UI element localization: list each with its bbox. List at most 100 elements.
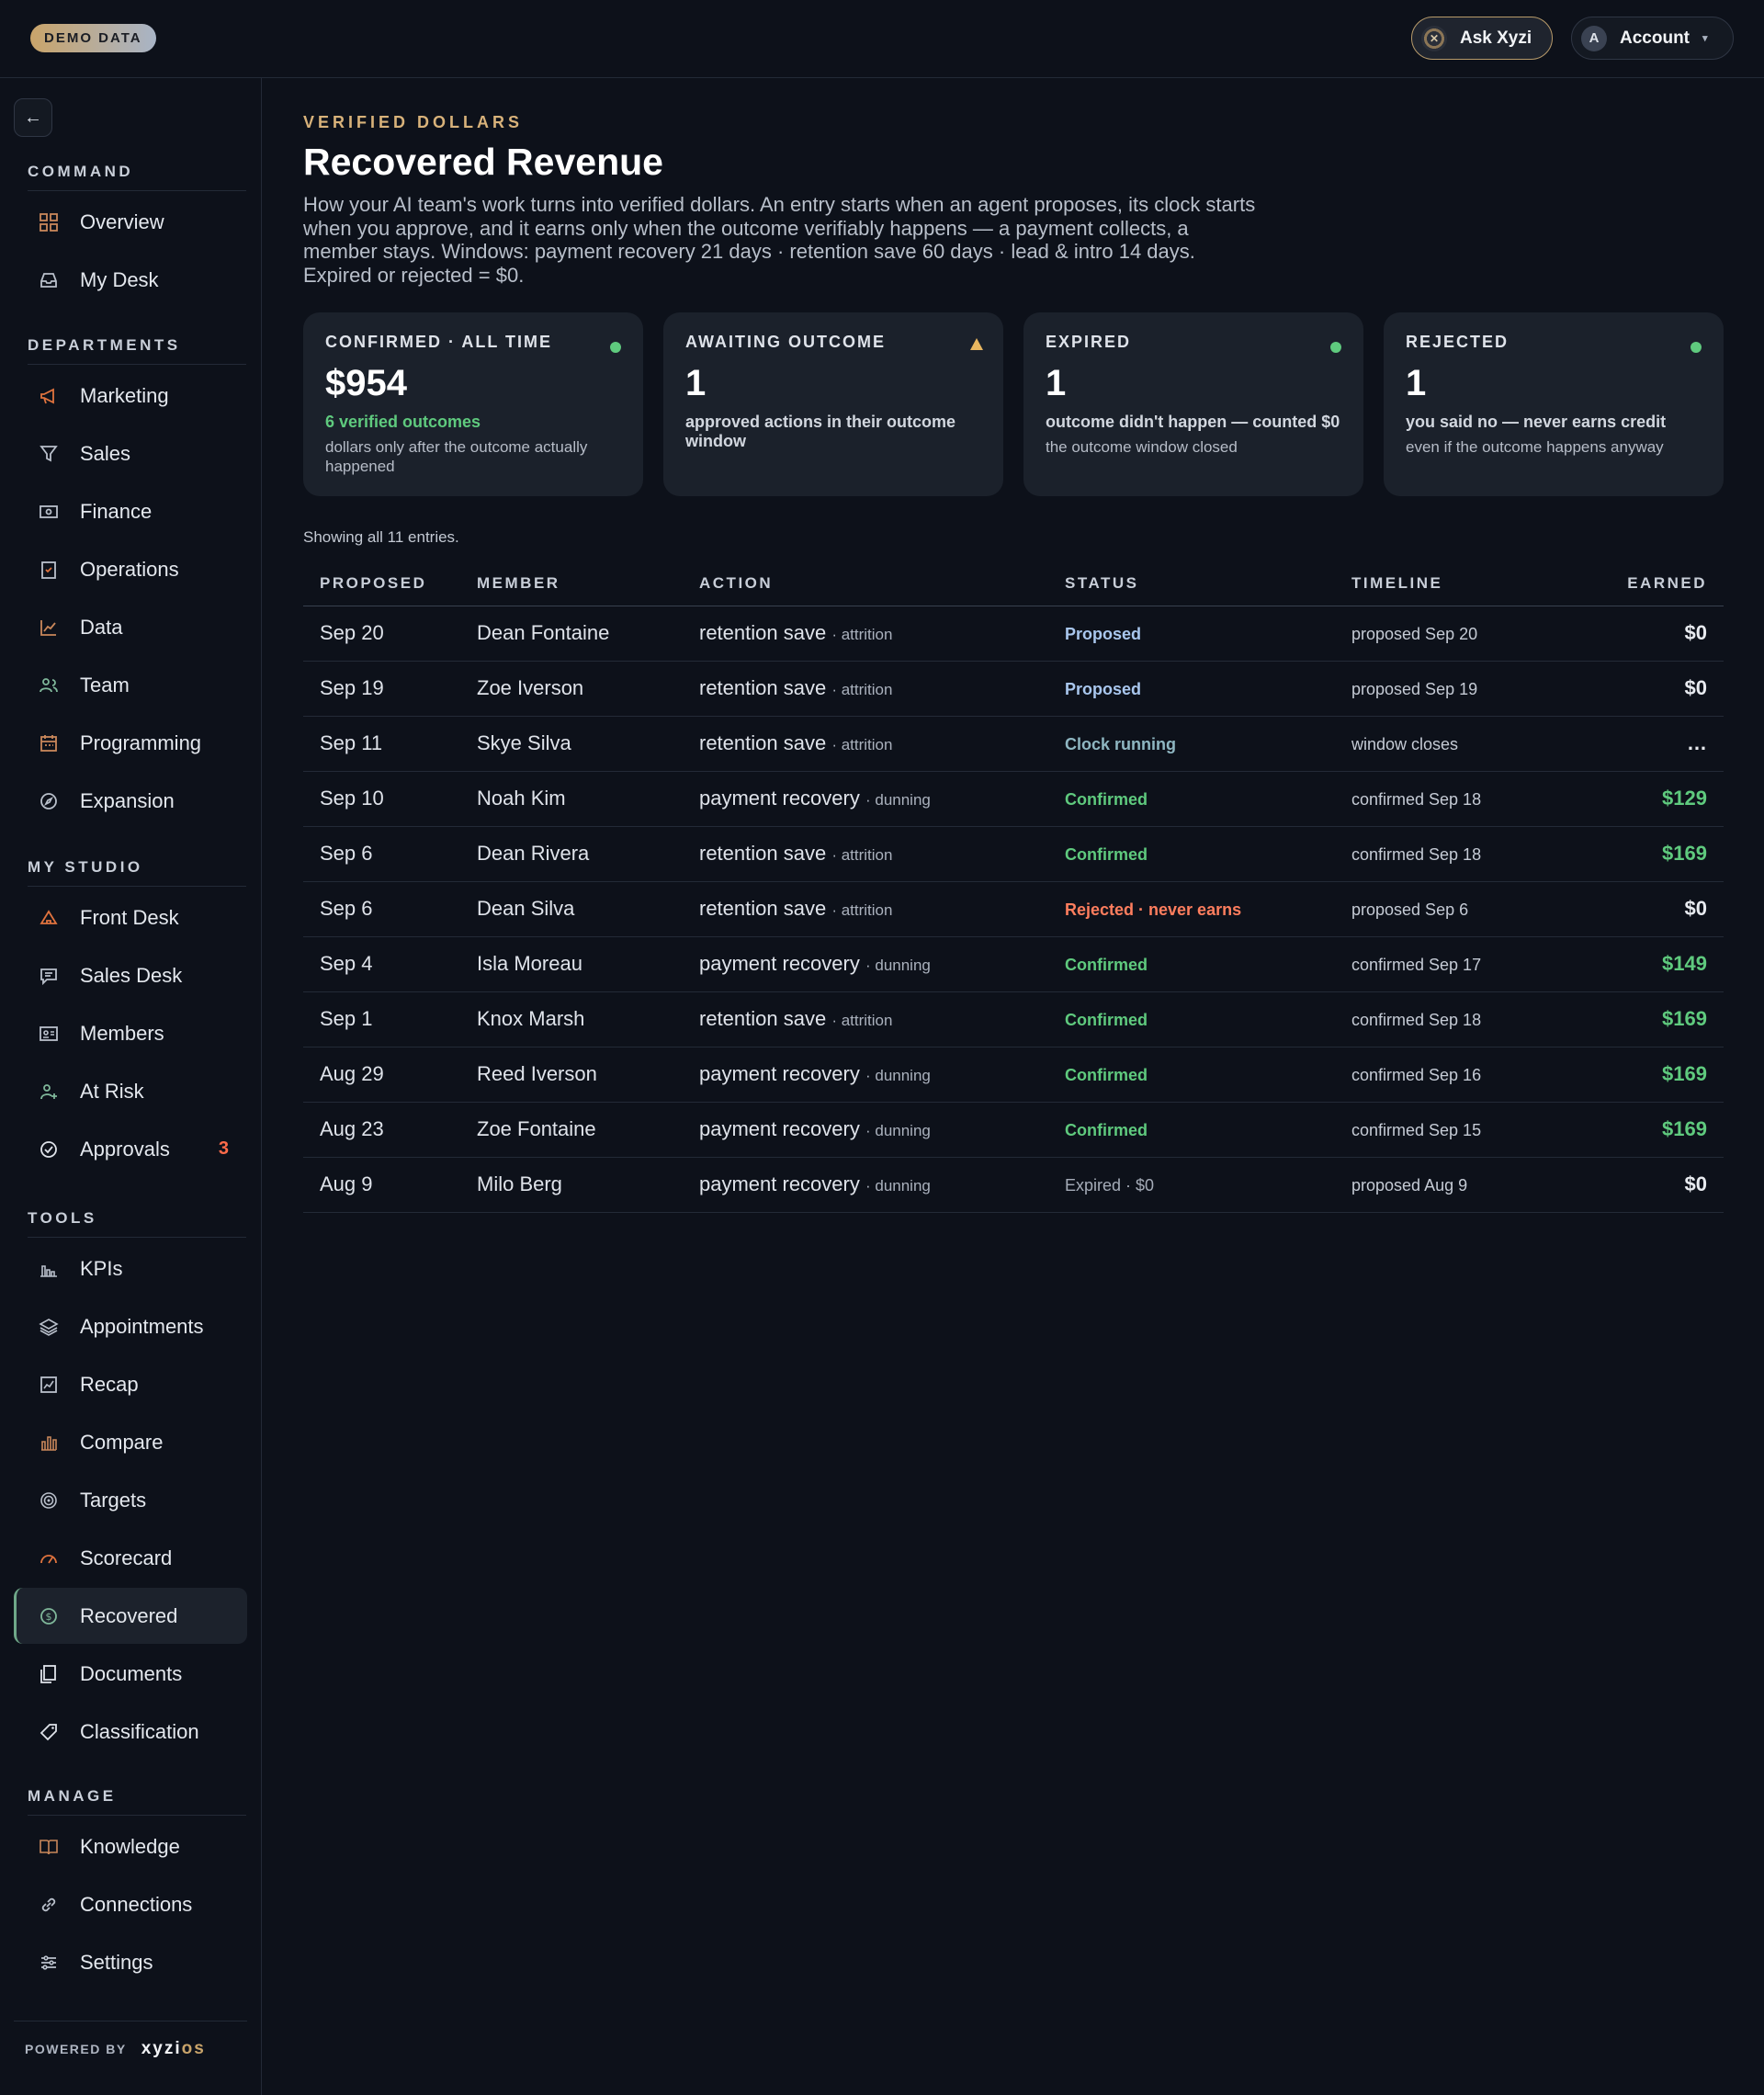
table-row[interactable]: Sep 11 Skye Silva retention save · attriti… <box>303 716 1724 772</box>
cell-action: payment recovery · dunning <box>699 771 1065 827</box>
cell-member[interactable]: Isla Moreau <box>477 936 699 992</box>
sidebar-item-label: At Risk <box>80 1079 144 1103</box>
cell-timeline: proposed Sep 19 <box>1351 661 1604 717</box>
cell-member[interactable]: Zoe Iverson <box>477 661 699 717</box>
section-heading-my-studio: MY STUDIO <box>28 858 246 887</box>
cell-proposed: Sep 6 <box>303 881 477 937</box>
sidebar-item-members[interactable]: Members <box>14 1005 247 1061</box>
cell-earned: $169 <box>1604 1047 1724 1103</box>
table-row[interactable]: Sep 19 Zoe Iverson retention save · attrit… <box>303 661 1724 717</box>
sidebar-item-recovered[interactable]: $ Recovered <box>14 1588 247 1644</box>
action-name: payment recovery <box>699 1172 860 1195</box>
action-kind: · attrition <box>831 846 893 864</box>
sidebar-item-knowledge[interactable]: Knowledge <box>14 1818 247 1874</box>
sidebar-item-expansion[interactable]: Expansion <box>14 773 247 829</box>
sidebar-item-at-risk[interactable]: At Risk <box>14 1063 247 1119</box>
ask-xyzi-label: Ask Xyzi <box>1460 28 1532 48</box>
sidebar-item-finance[interactable]: Finance <box>14 483 247 539</box>
earned-amount: $169 <box>1662 1117 1707 1140</box>
cell-status: Confirmed <box>1065 826 1351 882</box>
table-row[interactable]: Sep 4 Isla Moreau payment recovery · dunni… <box>303 936 1724 992</box>
col-proposed[interactable]: PROPOSED <box>303 562 477 606</box>
summary-card-expired: EXPIRED 1 outcome didn't happen — counted … <box>1023 312 1363 496</box>
cell-status: Confirmed <box>1065 1047 1351 1103</box>
col-timeline[interactable]: TIMELINE <box>1351 562 1604 606</box>
sidebar-item-marketing[interactable]: Marketing <box>14 368 247 424</box>
cell-member[interactable]: Knox Marsh <box>477 991 699 1048</box>
cell-member[interactable]: Dean Rivera <box>477 826 699 882</box>
cell-member[interactable]: Dean Silva <box>477 881 699 937</box>
sidebar-item-compare[interactable]: Compare <box>14 1414 247 1470</box>
cell-member[interactable]: Noah Kim <box>477 771 699 827</box>
sidebar-item-label: Targets <box>80 1488 147 1512</box>
cell-action: retention save · attrition <box>699 881 1065 937</box>
sidebar-item-appointments[interactable]: Appointments <box>14 1298 247 1354</box>
section-heading-command: COMMAND <box>28 163 246 191</box>
sidebar-item-targets[interactable]: Targets <box>14 1472 247 1528</box>
sidebar-item-team[interactable]: Team <box>14 657 247 713</box>
collapse-sidebar-button[interactable]: ← <box>14 98 52 137</box>
sidebar-item-front-desk[interactable]: Front Desk <box>14 889 247 946</box>
sidebar-item-scorecard[interactable]: Scorecard <box>14 1530 247 1586</box>
table-row[interactable]: Sep 6 Dean Rivera retention save · attriti… <box>303 826 1724 882</box>
bar-chart-icon <box>38 1258 60 1280</box>
action-kind: · attrition <box>831 626 893 643</box>
cell-status: Expired · $0 <box>1065 1157 1351 1213</box>
table-row[interactable]: Sep 1 Knox Marsh retention save · attritio… <box>303 991 1724 1048</box>
table-row[interactable]: Aug 9 Milo Berg payment recovery · dunning… <box>303 1157 1724 1213</box>
sidebar-item-programming[interactable]: Programming <box>14 715 247 771</box>
table-row[interactable]: Sep 20 Dean Fontaine retention save · attr… <box>303 606 1724 662</box>
card-value: $954 <box>325 363 407 403</box>
cell-earned: $0 <box>1604 606 1724 662</box>
table-row[interactable]: Sep 6 Dean Silva retention save · attritio… <box>303 881 1724 937</box>
action-kind: · dunning <box>865 1067 931 1084</box>
action-name: payment recovery <box>699 952 860 975</box>
action-name: payment recovery <box>699 1117 860 1140</box>
cell-earned: $169 <box>1604 826 1724 882</box>
table-header-row: PROPOSED MEMBER ACTION STATUS TIMELINE E… <box>303 562 1724 606</box>
ask-xyzi-button[interactable]: ✕ Ask Xyzi <box>1411 17 1553 60</box>
col-status[interactable]: STATUS <box>1065 562 1351 606</box>
action-name: retention save <box>699 897 827 920</box>
cell-earned: … <box>1604 716 1724 772</box>
col-member[interactable]: MEMBER <box>477 562 699 606</box>
sidebar-item-sales[interactable]: Sales <box>14 425 247 481</box>
cell-proposed: Sep 6 <box>303 826 477 882</box>
cell-member[interactable]: Milo Berg <box>477 1157 699 1213</box>
check-circle-icon <box>38 1138 60 1161</box>
timeline-text: confirmed Sep 16 <box>1351 1066 1482 1084</box>
table-row[interactable]: Sep 10 Noah Kim payment recovery · dunning… <box>303 771 1724 827</box>
powered-by-footer: POWERED BY xyzios <box>14 2021 247 2076</box>
col-action[interactable]: ACTION <box>699 562 1065 606</box>
sidebar-item-operations[interactable]: Operations <box>14 541 247 597</box>
sidebar-item-recap[interactable]: Recap <box>14 1356 247 1412</box>
sidebar-item-my-desk[interactable]: My Desk <box>14 252 247 308</box>
table-row[interactable]: Aug 29 Reed Iverson payment recovery · dun… <box>303 1047 1724 1103</box>
action-kind: · dunning <box>865 1122 931 1139</box>
account-menu-button[interactable]: A Account ▾ <box>1571 17 1734 60</box>
sidebar-item-settings[interactable]: Settings <box>14 1934 247 1990</box>
compass-icon <box>38 790 60 812</box>
sidebar-item-data[interactable]: Data <box>14 599 247 655</box>
sidebar-item-classification[interactable]: Classification <box>14 1704 247 1760</box>
sidebar-item-documents[interactable]: Documents <box>14 1646 247 1702</box>
megaphone-icon <box>38 385 60 407</box>
cell-member[interactable]: Skye Silva <box>477 716 699 772</box>
cell-action: payment recovery · dunning <box>699 1157 1065 1213</box>
cell-member[interactable]: Zoe Fontaine <box>477 1102 699 1158</box>
action-kind: · dunning <box>865 791 931 809</box>
entries-count: Showing all 11 entries. <box>303 528 459 546</box>
cell-proposed: Sep 19 <box>303 661 477 717</box>
gauge-icon <box>38 1547 60 1569</box>
card-note: even if the outcome happens anyway <box>1406 438 1664 456</box>
sidebar-item-connections[interactable]: Connections <box>14 1876 247 1932</box>
cell-timeline: proposed Sep 6 <box>1351 881 1604 937</box>
col-earned[interactable]: EARNED <box>1604 562 1724 606</box>
sidebar-item-kpis[interactable]: KPIs <box>14 1240 247 1297</box>
sidebar-item-sales-desk[interactable]: Sales Desk <box>14 947 247 1003</box>
cell-member[interactable]: Dean Fontaine <box>477 606 699 662</box>
sidebar-item-overview[interactable]: Overview <box>14 194 247 250</box>
sidebar-item-approvals[interactable]: Approvals 3 <box>14 1121 247 1177</box>
cell-member[interactable]: Reed Iverson <box>477 1047 699 1103</box>
table-row[interactable]: Aug 23 Zoe Fontaine payment recovery · dun… <box>303 1102 1724 1158</box>
